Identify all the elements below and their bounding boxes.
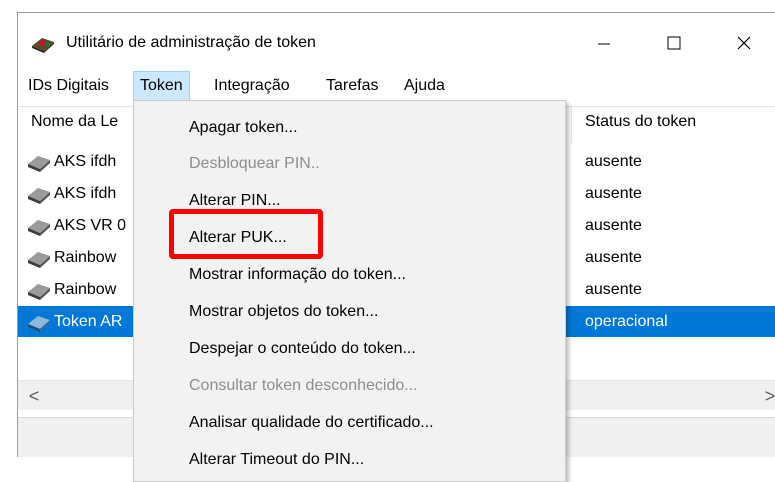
row-status: ausente: [585, 185, 642, 202]
row-status: ausente: [585, 249, 642, 266]
maximize-icon: [667, 36, 681, 50]
scroll-left-button[interactable]: <: [22, 381, 46, 411]
menu-item-desbloquear-pin: Desbloquear PIN..: [189, 155, 320, 172]
menu-tarefas[interactable]: Tarefas: [320, 71, 384, 101]
drive-icon: [28, 188, 50, 204]
row-name: AKS VR 0: [54, 217, 127, 234]
drive-icon: [28, 156, 50, 172]
scroll-right-button[interactable]: >: [758, 381, 775, 411]
close-button[interactable]: [721, 27, 767, 59]
token-app-icon: [32, 38, 54, 53]
row-name: AKS ifdh: [54, 153, 117, 170]
column-header-status[interactable]: Status do token: [585, 113, 696, 131]
row-status: ausente: [585, 217, 642, 234]
drive-icon: [28, 252, 50, 268]
maximize-button[interactable]: [651, 27, 697, 59]
menu-item-alterar-timeout[interactable]: Alterar Timeout do PIN...: [189, 444, 364, 476]
row-name: AKS ifdh: [54, 185, 117, 202]
column-header-name[interactable]: Nome da Le: [31, 113, 118, 131]
minimize-icon: [598, 43, 610, 45]
drive-icon: [28, 284, 50, 300]
highlight-annotation: [169, 209, 323, 259]
menu-token[interactable]: Token: [133, 71, 190, 101]
close-icon: [737, 36, 751, 50]
row-name: Token AR: [54, 313, 123, 330]
menu-item-consultar-token: Consultar token desconhecido...: [189, 377, 418, 394]
menu-item-despejar-conteudo[interactable]: Despejar o conteúdo do token...: [189, 333, 416, 365]
token-dropdown-menu: Apagar token... Desbloquear PIN.. Altera…: [133, 100, 566, 482]
drive-icon: [28, 220, 50, 236]
menu-item-mostrar-objetos[interactable]: Mostrar objetos do token...: [189, 296, 378, 328]
menu-item-mostrar-informacao[interactable]: Mostrar informação do token...: [189, 259, 406, 291]
menu-ajuda[interactable]: Ajuda: [398, 71, 451, 101]
column-separator[interactable]: [571, 107, 572, 143]
menu-item-apagar-token[interactable]: Apagar token...: [189, 112, 298, 144]
row-name: Rainbow: [54, 249, 117, 266]
drive-icon: [28, 316, 50, 332]
row-status: ausente: [585, 153, 642, 170]
minimize-button[interactable]: [581, 27, 627, 59]
menu-integracao[interactable]: Integração: [208, 71, 296, 101]
window-title: Utilitário de administração de token: [66, 34, 316, 51]
row-status: operacional: [585, 313, 668, 330]
row-status: ausente: [585, 281, 642, 298]
row-name: Rainbow: [54, 281, 117, 298]
menu-ids-digitais[interactable]: IDs Digitais: [22, 71, 115, 101]
menu-bar: IDs Digitais Token Integração Tarefas Aj…: [18, 71, 775, 101]
menu-item-analisar-qualidade[interactable]: Analisar qualidade do certificado...: [189, 407, 434, 439]
title-bar[interactable]: Utilitário de administração de token: [18, 13, 775, 69]
